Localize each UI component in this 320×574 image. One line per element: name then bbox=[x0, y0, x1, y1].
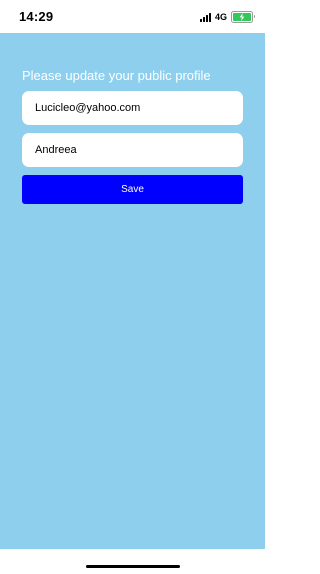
profile-screen: Please update your public profile Lucicl… bbox=[0, 33, 265, 549]
signal-bars-icon bbox=[199, 12, 211, 22]
status-bar: 14:29 4G bbox=[0, 0, 265, 33]
name-field[interactable]: Andreea bbox=[22, 133, 243, 167]
status-time: 14:29 bbox=[19, 9, 54, 24]
page-title: Please update your public profile bbox=[22, 68, 211, 83]
battery-tip bbox=[253, 15, 255, 18]
battery-fill bbox=[233, 13, 251, 21]
battery-charging-icon bbox=[231, 11, 255, 23]
email-field[interactable]: Lucicleo@yahoo.com bbox=[22, 91, 243, 125]
save-button[interactable]: Save bbox=[22, 175, 243, 204]
bottom-safe-area bbox=[0, 549, 265, 574]
status-indicators: 4G bbox=[199, 11, 255, 23]
charging-bolt-icon bbox=[239, 13, 245, 21]
network-label: 4G bbox=[214, 12, 227, 22]
home-indicator[interactable] bbox=[86, 565, 180, 568]
